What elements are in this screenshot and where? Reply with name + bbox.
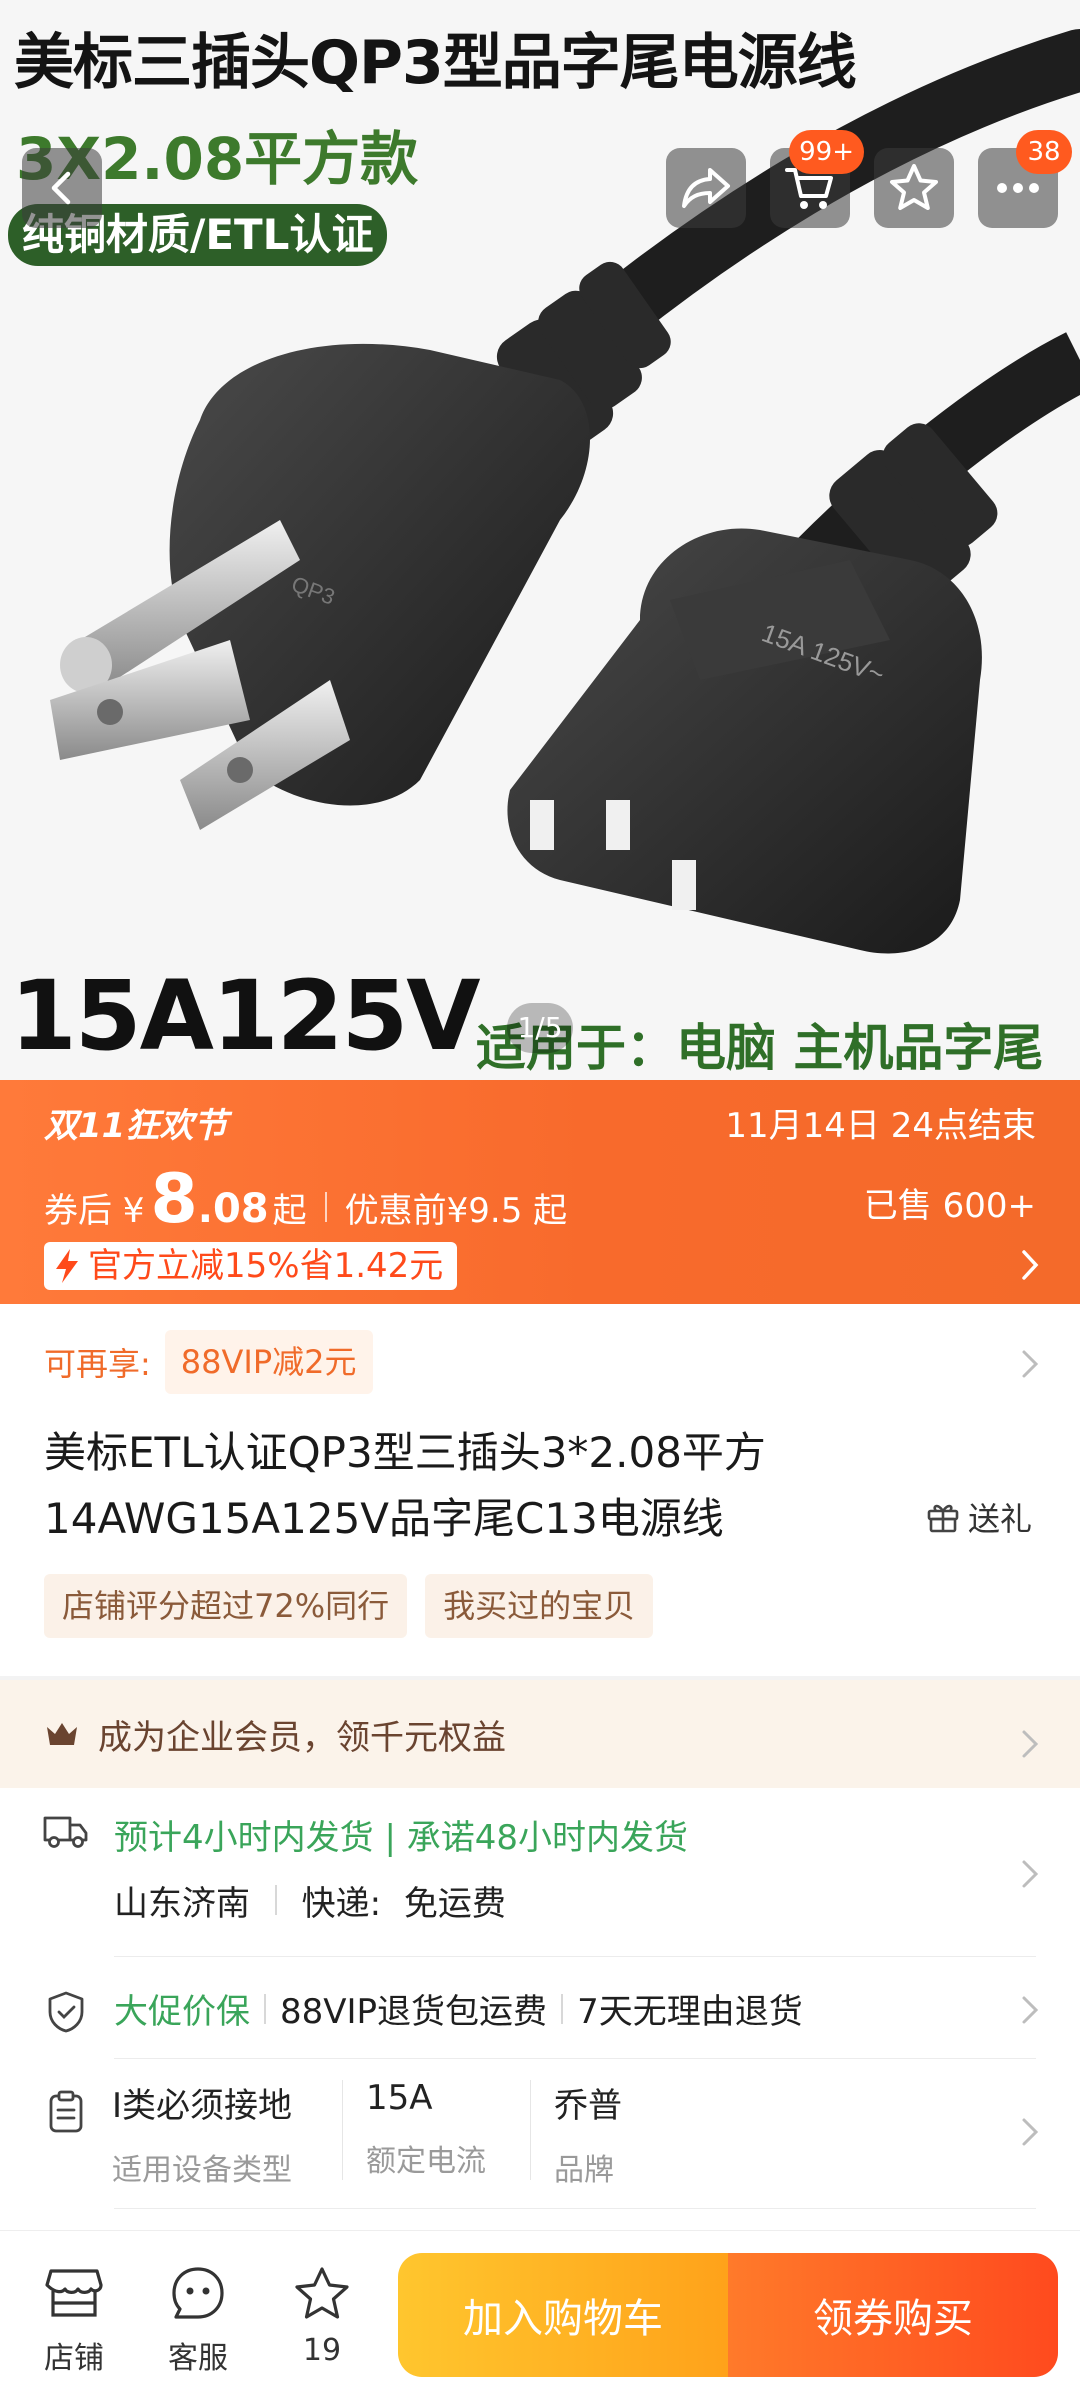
chevron-right-icon bbox=[1022, 1730, 1039, 1758]
bottom-action-bar: 店铺 客服 19 加入购物车 领券购买 bbox=[0, 2230, 1080, 2400]
price-suffix: 起 bbox=[272, 1191, 307, 1231]
cart-count-badge: 99+ bbox=[789, 130, 864, 174]
favorite-count-button[interactable]: 19 bbox=[272, 2261, 372, 2368]
param-device-type: I类必须接地 适用设备类型 bbox=[112, 2078, 292, 2189]
purchased-chip[interactable]: 我买过的宝贝 bbox=[425, 1574, 654, 1638]
product-tags: 店铺评分超过72%同行 我买过的宝贝 bbox=[44, 1574, 671, 1638]
shipping-time: 预计4小时内发货 | 承诺48小时内发货 bbox=[114, 1818, 688, 1858]
vip-benefit-row[interactable]: 可再享: 88VIP减2元 bbox=[44, 1330, 373, 1394]
back-button[interactable] bbox=[22, 148, 102, 228]
separator bbox=[530, 2080, 531, 2180]
param-value: I类必须接地 bbox=[112, 2086, 293, 2126]
discount-tag-text: 官方立减15%省1.42元 bbox=[88, 1246, 444, 1286]
price-separator bbox=[324, 1192, 327, 1222]
promo-price: 券后 ¥ 8 .08 起 优惠前¥9.5 起 bbox=[44, 1160, 567, 1239]
buy-with-coupon-button[interactable]: 领券购买 bbox=[728, 2253, 1058, 2377]
lightning-icon bbox=[56, 1249, 78, 1283]
chevron-right-icon bbox=[1022, 1860, 1039, 1888]
favorite-count: 19 bbox=[302, 2333, 342, 2368]
shield-check-icon bbox=[48, 1991, 84, 2033]
price-before: 优惠前¥9.5 起 bbox=[344, 1191, 568, 1231]
promo-event-name: 双11狂欢节 bbox=[44, 1106, 228, 1146]
discount-tag: 官方立减15%省1.42元 bbox=[44, 1242, 458, 1290]
star-icon bbox=[890, 164, 938, 210]
shop-icon bbox=[45, 2269, 103, 2317]
promo-banner[interactable]: 双11狂欢节 11月14日 24点结束 券后 ¥ 8 .08 起 优惠前¥9.5… bbox=[0, 1080, 1080, 1304]
separator bbox=[274, 1885, 277, 1915]
customer-service-label: 客服 bbox=[168, 2341, 228, 2376]
seven-day-return-text: 7天无理由退货 bbox=[577, 1992, 803, 2032]
chevron-right-icon bbox=[1022, 1350, 1039, 1378]
star-icon bbox=[295, 2267, 349, 2319]
share-icon bbox=[682, 168, 730, 208]
price-integer: 8 bbox=[150, 1160, 198, 1239]
chat-face-icon bbox=[172, 2267, 224, 2319]
product-title-line1: 美标ETL认证QP3型三插头3*2.08平方 bbox=[44, 1428, 766, 1477]
promo-end-time: 11月14日 24点结束 bbox=[725, 1106, 1036, 1146]
gift-label: 送礼 bbox=[967, 1500, 1032, 1538]
vip-label: 可再享: bbox=[44, 1345, 151, 1383]
gift-icon bbox=[927, 1504, 959, 1533]
chevron-right-icon bbox=[1022, 1250, 1039, 1280]
express-value: 免运费 bbox=[403, 1884, 506, 1924]
param-value: 乔普 bbox=[554, 2086, 622, 2126]
sold-count: 已售 600+ bbox=[863, 1186, 1036, 1226]
param-rated-current: 15A 额定电流 bbox=[366, 2078, 486, 2180]
enterprise-member-text: 成为企业会员，领千元权益 bbox=[98, 1717, 506, 1758]
param-brand: 乔普 品牌 bbox=[554, 2078, 622, 2189]
back-icon bbox=[51, 171, 71, 205]
separator bbox=[561, 1993, 564, 2024]
cart-button[interactable]: 99+ bbox=[770, 130, 864, 228]
product-title: 美标ETL认证QP3型三插头3*2.08平方 14AWG15A125V品字尾C1… bbox=[44, 1420, 914, 1552]
shop-rating-chip[interactable]: 店铺评分超过72%同行 bbox=[44, 1574, 408, 1638]
customer-service-button[interactable]: 客服 bbox=[148, 2261, 248, 2377]
product-image-carousel[interactable]: QP3 15A 125V~ 美标三插头QP3型品字尾电源线 3X2.08平方款 … bbox=[0, 0, 1080, 1080]
guarantee-items: 大促价保 88VIP退货包运费 7天无理由退货 bbox=[114, 1984, 803, 2033]
shop-button[interactable]: 店铺 bbox=[24, 2261, 124, 2377]
message-count-badge: 38 bbox=[1016, 130, 1072, 174]
divider bbox=[114, 2058, 1036, 2059]
price-after-label: 券后 ¥ bbox=[44, 1191, 145, 1231]
divider bbox=[114, 2208, 1036, 2209]
gift-button[interactable]: 送礼 bbox=[926, 1494, 1032, 1540]
vip-return-text: 88VIP退货包运费 bbox=[280, 1992, 548, 2032]
param-key: 适用设备类型 bbox=[112, 2153, 292, 2188]
share-button[interactable] bbox=[666, 148, 746, 228]
shipping-details: 山东济南 快递: 免运费 bbox=[114, 1876, 506, 1925]
param-key: 额定电流 bbox=[366, 2144, 486, 2179]
hero-rating-text: 15A125V bbox=[10, 960, 481, 1072]
ship-origin: 山东济南 bbox=[114, 1884, 250, 1924]
enterprise-member-row[interactable]: 成为企业会员，领千元权益 bbox=[0, 1680, 1080, 1788]
param-key: 品牌 bbox=[554, 2153, 614, 2188]
price-protect-text: 大促价保 bbox=[114, 1992, 250, 2032]
express-label: 快递: bbox=[301, 1884, 382, 1924]
more-icon bbox=[997, 183, 1039, 193]
favorite-button[interactable] bbox=[874, 148, 954, 228]
guarantee-row[interactable]: 大促价保 88VIP退货包运费 7天无理由退货 bbox=[0, 1960, 1080, 2060]
product-title-line2: 14AWG15A125V品字尾C13电源线 bbox=[44, 1494, 724, 1543]
separator bbox=[264, 1993, 266, 2024]
chevron-right-icon bbox=[1022, 2118, 1039, 2146]
price-decimal: .08 bbox=[197, 1186, 269, 1232]
shipping-row[interactable]: 预计4小时内发货 | 承诺48小时内发货 山东济南 快递: 免运费 bbox=[0, 1790, 1080, 1958]
image-pager: 1/5 bbox=[507, 1003, 573, 1053]
truck-icon bbox=[43, 1816, 88, 1848]
clipboard-icon bbox=[49, 2090, 83, 2133]
more-button[interactable]: 38 bbox=[978, 130, 1072, 228]
crown-icon bbox=[47, 1723, 77, 1745]
separator bbox=[342, 2080, 343, 2180]
chevron-right-icon bbox=[1022, 1996, 1039, 2024]
divider bbox=[114, 1956, 1036, 1957]
product-params-row[interactable]: I类必须接地 适用设备类型 15A 额定电流 乔普 品牌 bbox=[0, 2060, 1080, 2210]
param-value: 15A bbox=[366, 2078, 433, 2118]
add-to-cart-button[interactable]: 加入购物车 bbox=[398, 2253, 728, 2377]
shop-label: 店铺 bbox=[44, 2341, 104, 2376]
hero-title-text: 美标三插头QP3型品字尾电源线 bbox=[14, 28, 857, 98]
vip-chip: 88VIP减2元 bbox=[164, 1330, 373, 1394]
